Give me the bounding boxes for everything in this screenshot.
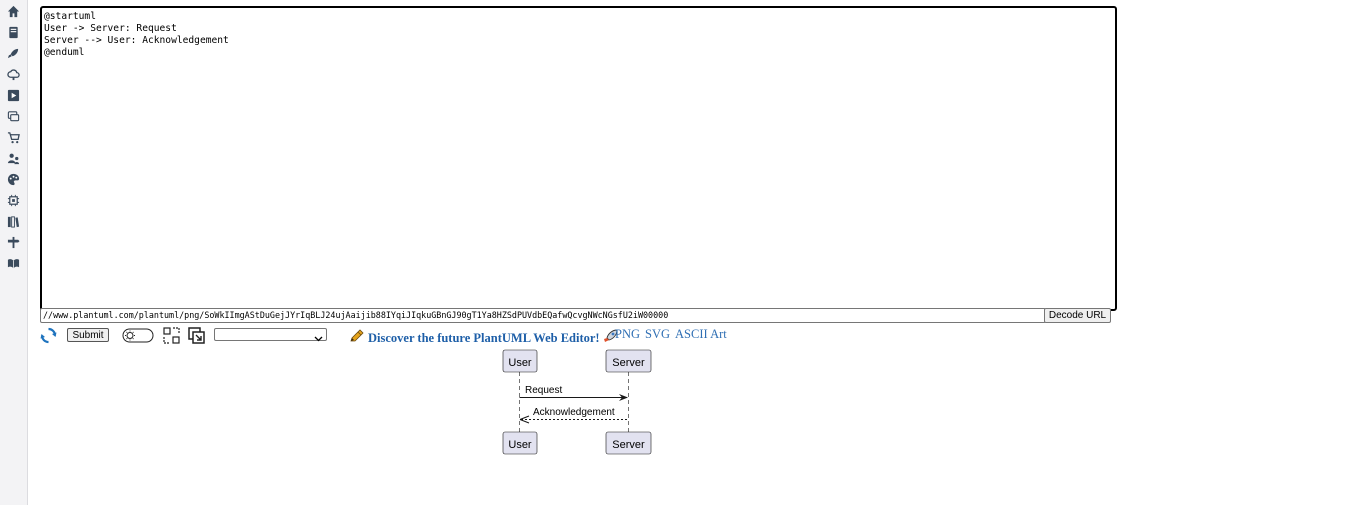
book-icon[interactable] — [6, 25, 20, 39]
message-request: Request — [519, 385, 628, 401]
code-line: @enduml — [44, 47, 85, 58]
svg-text:Server: Server — [612, 439, 645, 451]
refresh-icon[interactable] — [40, 327, 57, 344]
palette-icon[interactable] — [6, 172, 20, 186]
png-link[interactable]: PNG — [615, 327, 640, 342]
participant-user-bottom: User — [502, 431, 538, 455]
svg-text:Server: Server — [612, 357, 645, 369]
chat-icon[interactable] — [6, 109, 20, 123]
new-window-icon[interactable] — [188, 327, 205, 344]
message-acknowledgement: Acknowledgement — [519, 407, 628, 424]
diagram-select[interactable] — [214, 328, 327, 342]
cart-icon[interactable] — [6, 130, 20, 144]
svg-link[interactable]: SVG — [645, 327, 670, 342]
play-icon[interactable] — [6, 88, 20, 102]
ascii-art-link[interactable]: ASCII Art — [675, 327, 727, 342]
users-icon[interactable] — [6, 151, 20, 165]
rocket-icon[interactable] — [6, 46, 20, 60]
code-line: Server --> User: Acknowledgement — [44, 35, 229, 46]
pencil-icon — [349, 329, 365, 348]
chip-icon[interactable] — [6, 193, 20, 207]
theme-toggle[interactable] — [122, 328, 154, 343]
code-line: User -> Server: Request — [44, 23, 177, 34]
svg-text:User: User — [508, 439, 532, 451]
svg-text:Acknowledgement: Acknowledgement — [533, 407, 615, 418]
participant-server-bottom: Server — [605, 431, 652, 455]
signpost-icon[interactable] — [6, 235, 20, 249]
library-icon[interactable] — [6, 214, 20, 228]
decode-url-button[interactable]: Decode URL — [1044, 308, 1111, 323]
reading-icon[interactable] — [6, 256, 20, 270]
chevron-down-icon — [314, 330, 323, 342]
submit-button[interactable]: Submit — [67, 328, 109, 342]
svg-text:User: User — [508, 357, 532, 369]
sidebar — [0, 0, 28, 505]
participant-server-top: Server — [605, 349, 652, 373]
promo-link[interactable]: Discover the future PlantUML Web Editor! — [349, 328, 619, 349]
code-editor[interactable]: @startuml User -> Server: Request Server… — [40, 6, 1117, 311]
layout-split-icon[interactable] — [163, 327, 180, 344]
home-icon[interactable] — [6, 4, 20, 18]
sequence-diagram: User Server Request Acknowledgement User… — [502, 349, 652, 455]
promo-text[interactable]: Discover the future PlantUML Web Editor! — [368, 331, 600, 346]
url-input[interactable]: //www.plantuml.com/plantuml/png/SoWkIImg… — [40, 308, 1046, 323]
cloud-icon[interactable] — [6, 67, 20, 81]
svg-text:Request: Request — [525, 385, 562, 396]
code-line: @startuml — [44, 11, 96, 22]
participant-user-top: User — [502, 349, 538, 373]
